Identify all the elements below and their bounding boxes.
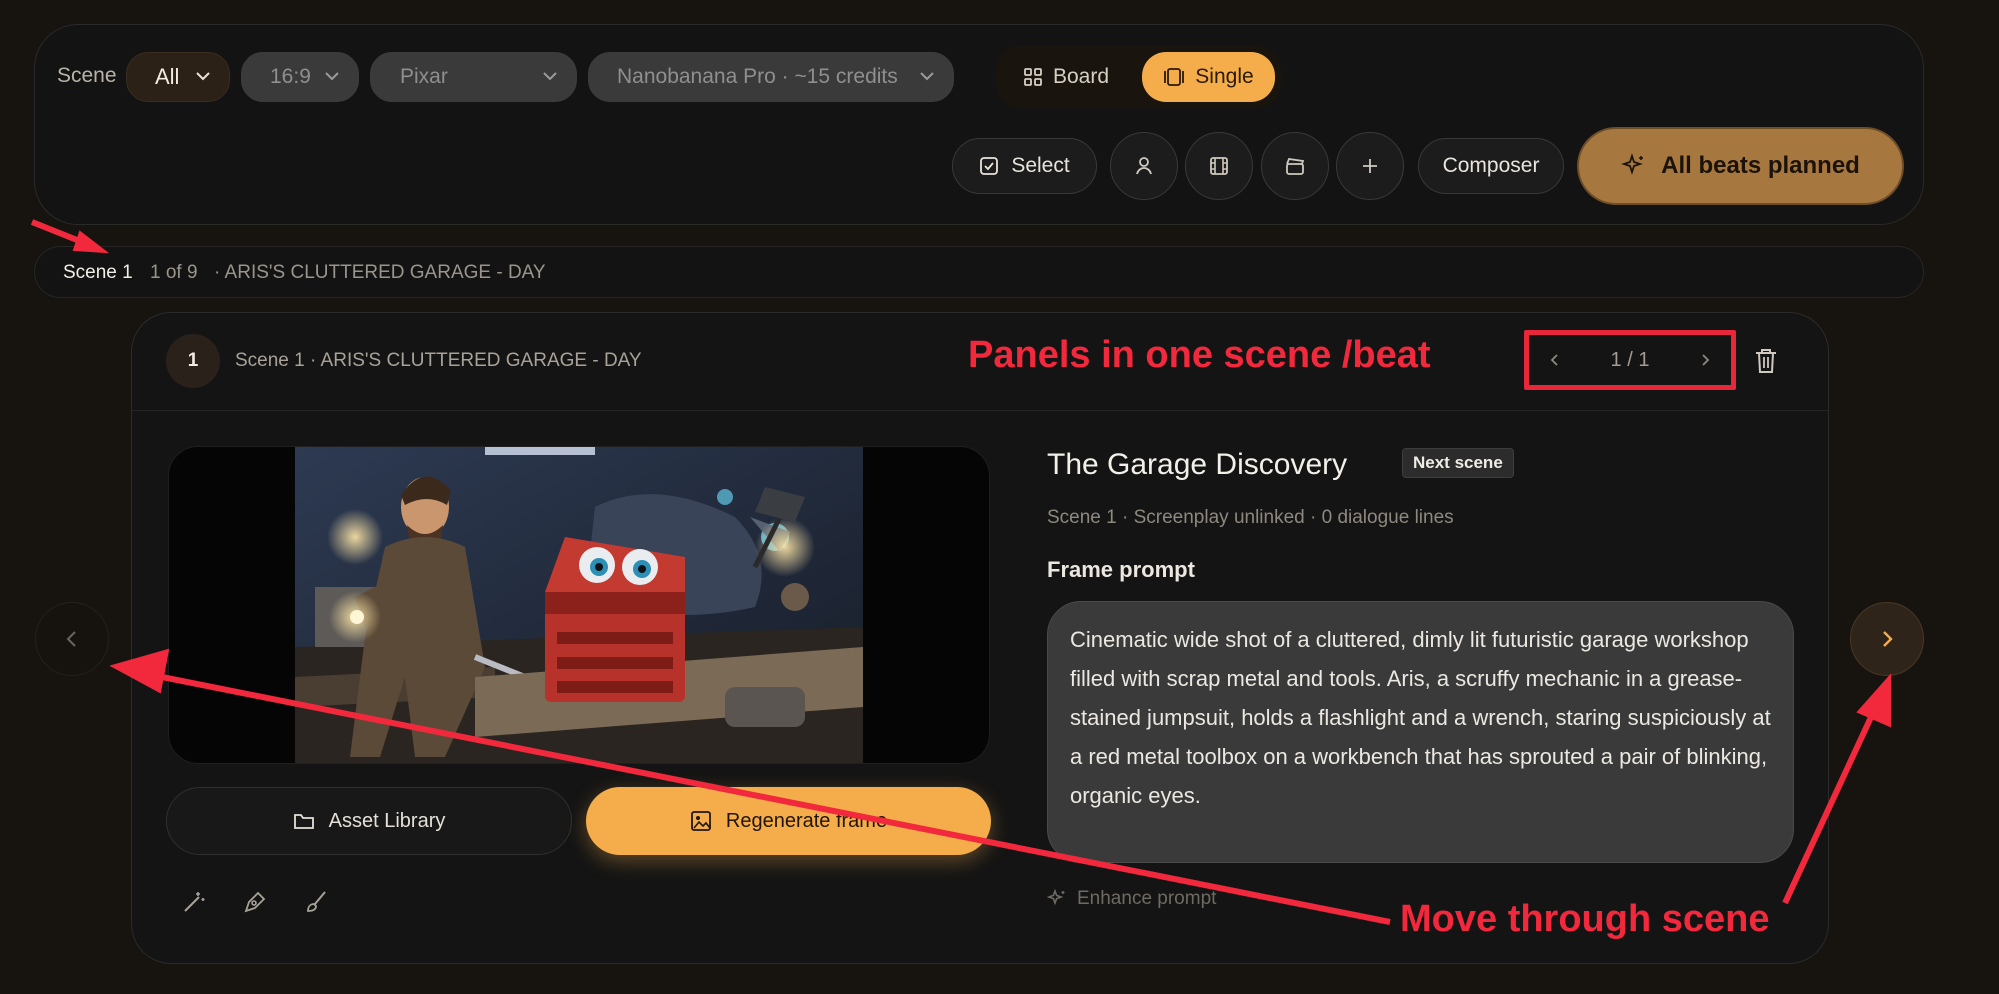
chevron-left-icon	[66, 631, 76, 647]
all-beats-label: All beats planned	[1661, 152, 1860, 179]
regenerate-frame-button[interactable]: Regenerate frame	[586, 787, 991, 855]
view-board-label: Board	[1052, 65, 1110, 88]
view-board-button[interactable]: Board	[1007, 52, 1125, 102]
character-button[interactable]	[1110, 132, 1178, 200]
beat-meta: Scene 1 · Screenplay unlinked · 0 dialog…	[1047, 507, 1454, 528]
image-icon	[690, 811, 711, 831]
regenerate-frame-label: Regenerate frame	[725, 809, 888, 832]
plus-icon	[1363, 159, 1377, 173]
clapperboard-icon	[1286, 158, 1305, 175]
enhance-prompt-button[interactable]: Enhance prompt	[1047, 888, 1216, 910]
brush-icon[interactable]	[303, 888, 331, 916]
chevron-right-icon	[1883, 631, 1893, 647]
sparkle-icon	[1621, 153, 1644, 175]
folder-icon	[293, 814, 314, 829]
breadcrumb-count: 1 of 9	[150, 262, 198, 283]
frame-prompt-label: Frame prompt	[1047, 557, 1195, 582]
grid-icon	[1024, 68, 1042, 86]
model-value: Nanobanana Pro · ~15 credits	[617, 65, 898, 88]
checkbox-icon	[980, 157, 999, 175]
clapper-button[interactable]	[1261, 132, 1329, 200]
sparkle-icon	[1047, 889, 1065, 906]
annotation-move: Move through scene	[1400, 898, 1770, 940]
composer-label: Composer	[1442, 154, 1540, 177]
frame-preview[interactable]	[168, 446, 990, 764]
aspect-ratio-dropdown[interactable]: 16:9	[241, 52, 359, 102]
next-scene-badge[interactable]: Next scene	[1402, 448, 1514, 478]
beat-title: The Garage Discovery	[1047, 448, 1348, 481]
breadcrumb-scene: Scene 1	[63, 262, 133, 283]
all-beats-planned-button[interactable]: All beats planned	[1577, 127, 1904, 205]
asset-library-label: Asset Library	[328, 809, 446, 832]
chevron-down-icon	[196, 72, 210, 81]
chevron-right-icon[interactable]	[1697, 352, 1713, 368]
chevron-down-icon	[543, 72, 557, 81]
film-icon	[1210, 157, 1228, 175]
next-scene-button[interactable]	[1850, 602, 1924, 676]
scene-filter-label: Scene	[57, 64, 117, 87]
previous-scene-button[interactable]	[35, 602, 109, 676]
pager-text: 1 / 1	[1610, 348, 1650, 371]
chevron-down-icon	[325, 72, 339, 81]
view-single-label: Single	[1195, 65, 1254, 88]
trash-icon[interactable]	[1752, 346, 1780, 376]
aspect-ratio-value: 16:9	[270, 65, 311, 88]
pen-tool-icon[interactable]	[241, 888, 269, 916]
style-value: Pixar	[400, 65, 448, 88]
magic-wand-icon[interactable]	[180, 888, 208, 916]
enhance-prompt-label: Enhance prompt	[1077, 888, 1217, 909]
add-button[interactable]	[1336, 132, 1404, 200]
annotation-panels: Panels in one scene /beat	[968, 334, 1431, 376]
composer-button[interactable]: Composer	[1418, 138, 1564, 194]
panel-heading: Scene 1 · ARIS'S CLUTTERED GARAGE - DAY	[235, 350, 642, 371]
frame-prompt-textarea[interactable]: Cinematic wide shot of a cluttered, diml…	[1047, 601, 1794, 863]
chevron-down-icon	[920, 72, 934, 81]
breadcrumb-title: · ARIS'S CLUTTERED GARAGE - DAY	[214, 262, 546, 283]
view-single-button[interactable]: Single	[1142, 52, 1275, 102]
user-icon	[1136, 157, 1152, 175]
single-panel-icon	[1164, 68, 1185, 86]
scene-filter-value: All	[155, 64, 180, 89]
panel-pager: 1 / 1	[1524, 330, 1736, 390]
panel-divider	[132, 410, 1828, 411]
chevron-left-icon[interactable]	[1547, 352, 1563, 368]
frame-illustration	[295, 447, 863, 763]
select-button[interactable]: Select	[952, 138, 1097, 194]
model-dropdown[interactable]: Nanobanana Pro · ~15 credits	[588, 52, 954, 102]
scene-number-badge: 1	[166, 334, 220, 388]
select-label: Select	[1011, 154, 1070, 177]
scene-filter-dropdown[interactable]: All	[126, 52, 230, 102]
asset-library-button[interactable]: Asset Library	[166, 787, 572, 855]
style-dropdown[interactable]: Pixar	[370, 52, 577, 102]
film-button[interactable]	[1185, 132, 1253, 200]
